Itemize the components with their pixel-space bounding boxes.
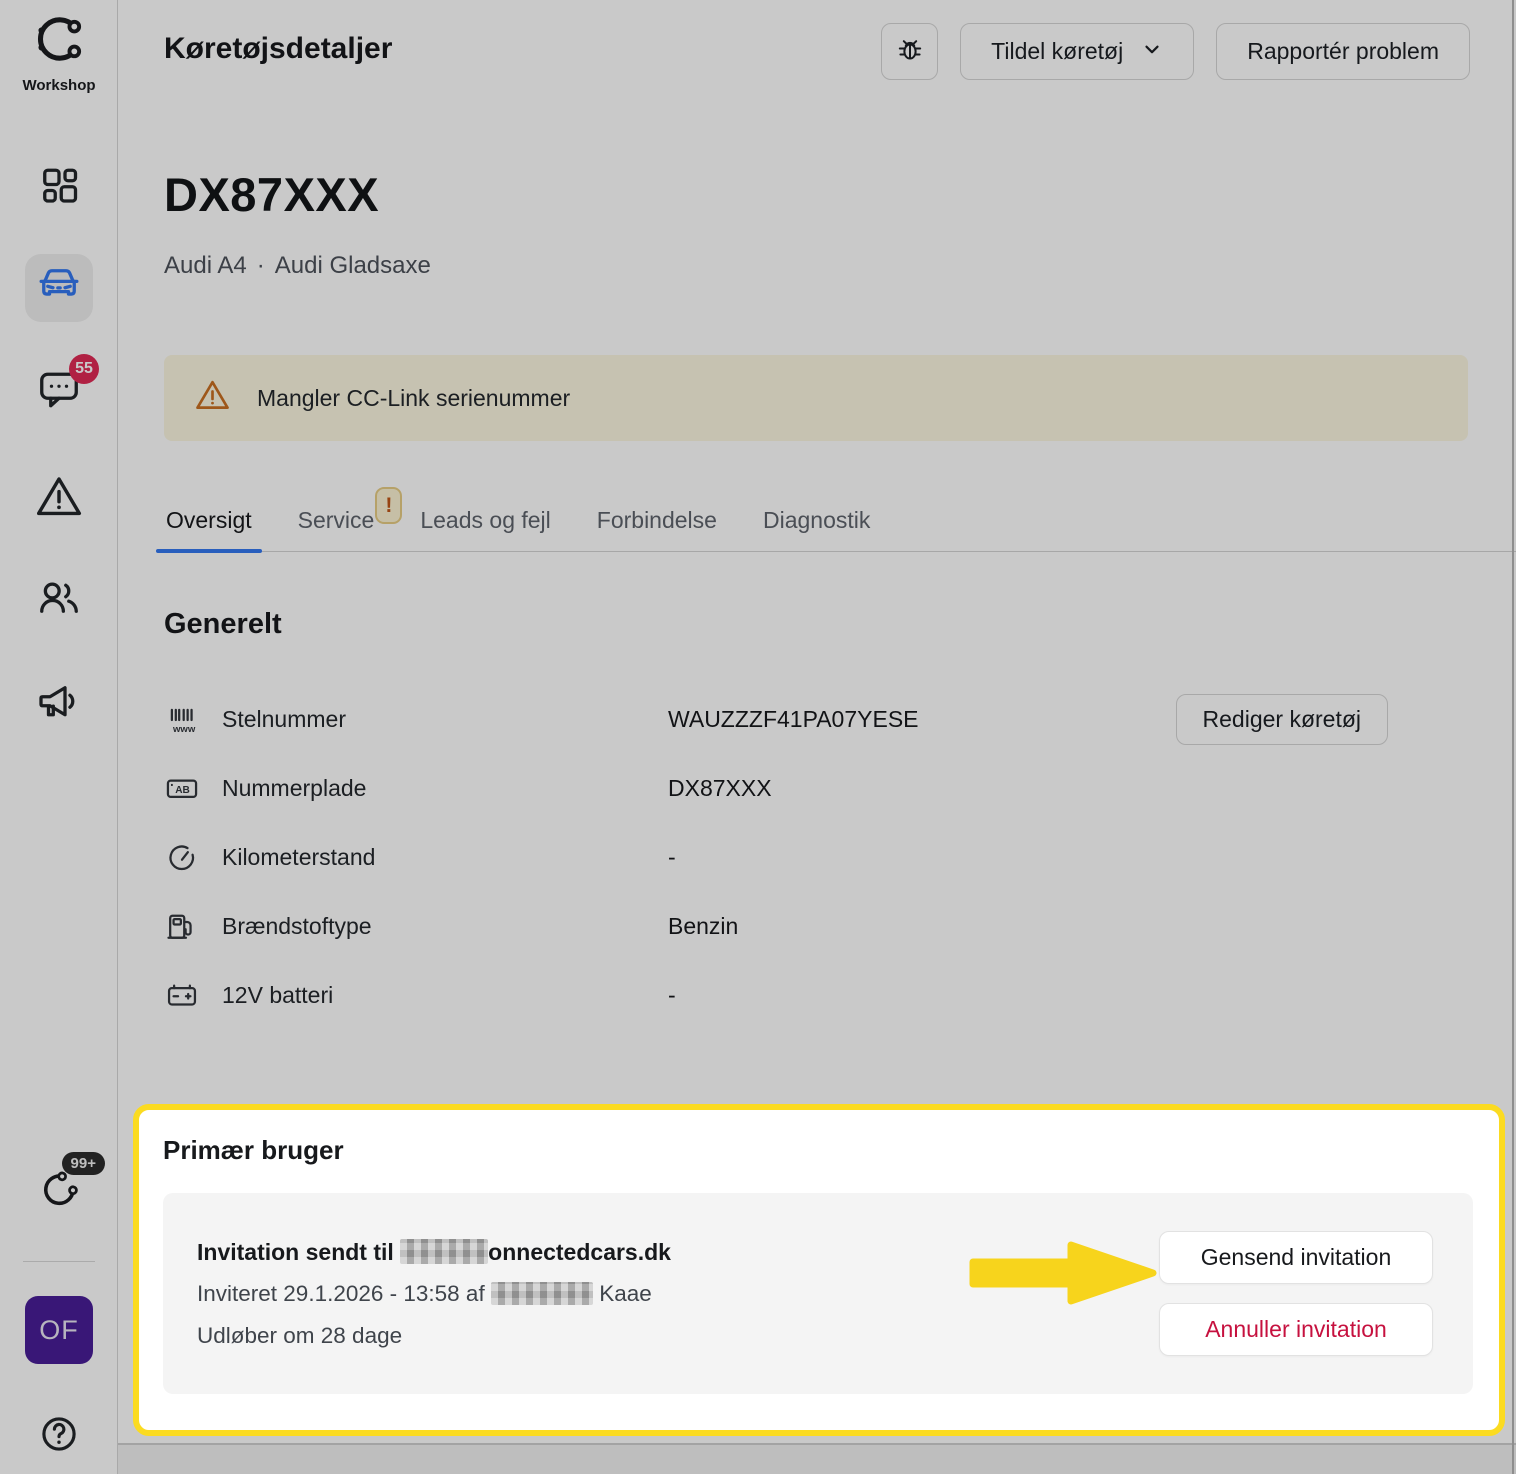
primary-user-card: Primær bruger Invitation sendt til onnec… — [133, 1104, 1505, 1436]
sidebar: Workshop 55 99+ OF — [0, 0, 118, 1474]
megaphone-icon — [35, 678, 83, 726]
edit-vehicle-button[interactable]: Rediger køretøj — [1175, 694, 1388, 745]
connectedcars-logo-icon — [28, 8, 90, 75]
odometer-icon — [164, 840, 222, 876]
assign-vehicle-label: Tildel køretøj — [991, 38, 1124, 64]
warning-triangle-icon — [34, 472, 84, 522]
workshop-brand[interactable]: Workshop — [0, 8, 118, 94]
invitation-actions: Gensend invitation Annuller invitation — [1159, 1231, 1433, 1356]
users-icon — [35, 576, 83, 624]
user-avatar[interactable]: OF — [25, 1296, 93, 1364]
report-problem-button[interactable]: Rapportér problem — [1216, 23, 1470, 80]
updates-logo-icon: 99+ — [37, 1152, 105, 1212]
help-icon — [36, 1411, 82, 1457]
license-plate-icon: AB — [164, 771, 222, 807]
fuel-pump-icon — [164, 909, 222, 945]
cclink-warning-banner: Mangler CC-Link serienummer — [164, 355, 1468, 441]
sidebar-item-dashboard[interactable] — [0, 160, 118, 212]
cancel-invitation-button[interactable]: Annuller invitation — [1159, 1303, 1433, 1356]
vehicle-plate-title: DX87XXX — [164, 168, 380, 221]
svg-text:www: www — [172, 723, 196, 734]
debug-button[interactable] — [881, 23, 939, 80]
vehicle-dealer: Audi Gladsaxe — [274, 252, 431, 279]
report-problem-label: Rapportér problem — [1247, 38, 1439, 64]
vehicle-subtitle: Audi A4 · Audi Gladsaxe — [164, 252, 431, 280]
redacted-email — [400, 1238, 489, 1264]
general-section-heading: Generelt — [164, 608, 282, 640]
resend-invitation-button[interactable]: Gensend invitation — [1159, 1231, 1433, 1284]
svg-text:AB: AB — [175, 785, 190, 796]
header-actions: Tildel køretøj Rapportér problem — [881, 23, 1470, 80]
sidebar-item-alerts[interactable] — [0, 471, 118, 523]
page-title: Køretøjsdetaljer — [164, 32, 393, 65]
sidebar-item-vehicles[interactable] — [25, 254, 93, 322]
row-braendstoftype: Brændstoftype Benzin — [164, 892, 1468, 961]
invitation-info: Invitation sendt til onnectedcars.dk Inv… — [197, 1231, 671, 1357]
invitation-sent-line: Invitation sendt til onnectedcars.dk — [197, 1238, 671, 1265]
next-section-strip — [118, 1445, 1516, 1474]
tab-leads-og-fejl[interactable]: Leads og fejl — [418, 503, 552, 551]
vehicle-model: Audi A4 — [164, 252, 247, 279]
vehicle-details-page: Workshop 55 99+ OF Køretøjsdetaljer Tild… — [0, 0, 1516, 1474]
bug-icon — [894, 33, 926, 71]
sidebar-item-messages[interactable]: 55 — [0, 354, 118, 416]
scrollbar-track[interactable] — [1512, 0, 1514, 1474]
updates-badge: 99+ — [61, 1152, 105, 1175]
chat-icon: 55 — [35, 354, 99, 414]
warning-banner-text: Mangler CC-Link serienummer — [257, 384, 571, 411]
redacted-name — [490, 1281, 593, 1305]
warning-triangle-icon — [194, 377, 231, 419]
service-alert-badge: ! — [375, 487, 403, 524]
sidebar-item-announcements[interactable] — [0, 676, 118, 728]
messages-badge: 55 — [69, 354, 99, 384]
car-icon — [36, 263, 82, 314]
sidebar-item-updates[interactable]: 99+ — [0, 1152, 118, 1216]
row-nummerplade: AB Nummerplade DX87XXX — [164, 754, 1468, 823]
tab-forbindelse[interactable]: Forbindelse — [595, 503, 719, 551]
assign-vehicle-button[interactable]: Tildel køretøj — [960, 23, 1195, 80]
tab-oversigt[interactable]: Oversigt — [156, 503, 262, 553]
tab-diagnostik[interactable]: Diagnostik — [761, 503, 872, 551]
vin-barcode-icon: www — [164, 702, 222, 738]
battery-icon — [164, 978, 222, 1014]
sidebar-divider — [23, 1261, 95, 1262]
subtitle-separator: · — [256, 252, 265, 279]
sidebar-item-customers[interactable] — [0, 574, 118, 626]
invitation-panel: Invitation sendt til onnectedcars.dk Inv… — [163, 1193, 1473, 1394]
row-kilometerstand: Kilometerstand - — [164, 823, 1468, 892]
highlight-arrow-icon — [968, 1238, 1160, 1313]
tab-bar: Oversigt Service ! Leads og fejl Forbind… — [156, 487, 1516, 553]
dashboard-icon — [35, 162, 83, 210]
expires-line: Udløber om 28 dage — [197, 1322, 403, 1348]
row-12v-batteri: 12V batteri - — [164, 961, 1468, 1030]
primary-user-heading: Primær bruger — [163, 1135, 344, 1165]
tab-service[interactable]: Service ! — [296, 487, 403, 551]
brand-label: Workshop — [22, 77, 96, 94]
invited-by-line: Inviteret 29.1.2026 - 13:58 af Kaae — [197, 1280, 652, 1306]
sidebar-item-help[interactable] — [0, 1408, 118, 1460]
chevron-down-icon — [1141, 38, 1163, 66]
